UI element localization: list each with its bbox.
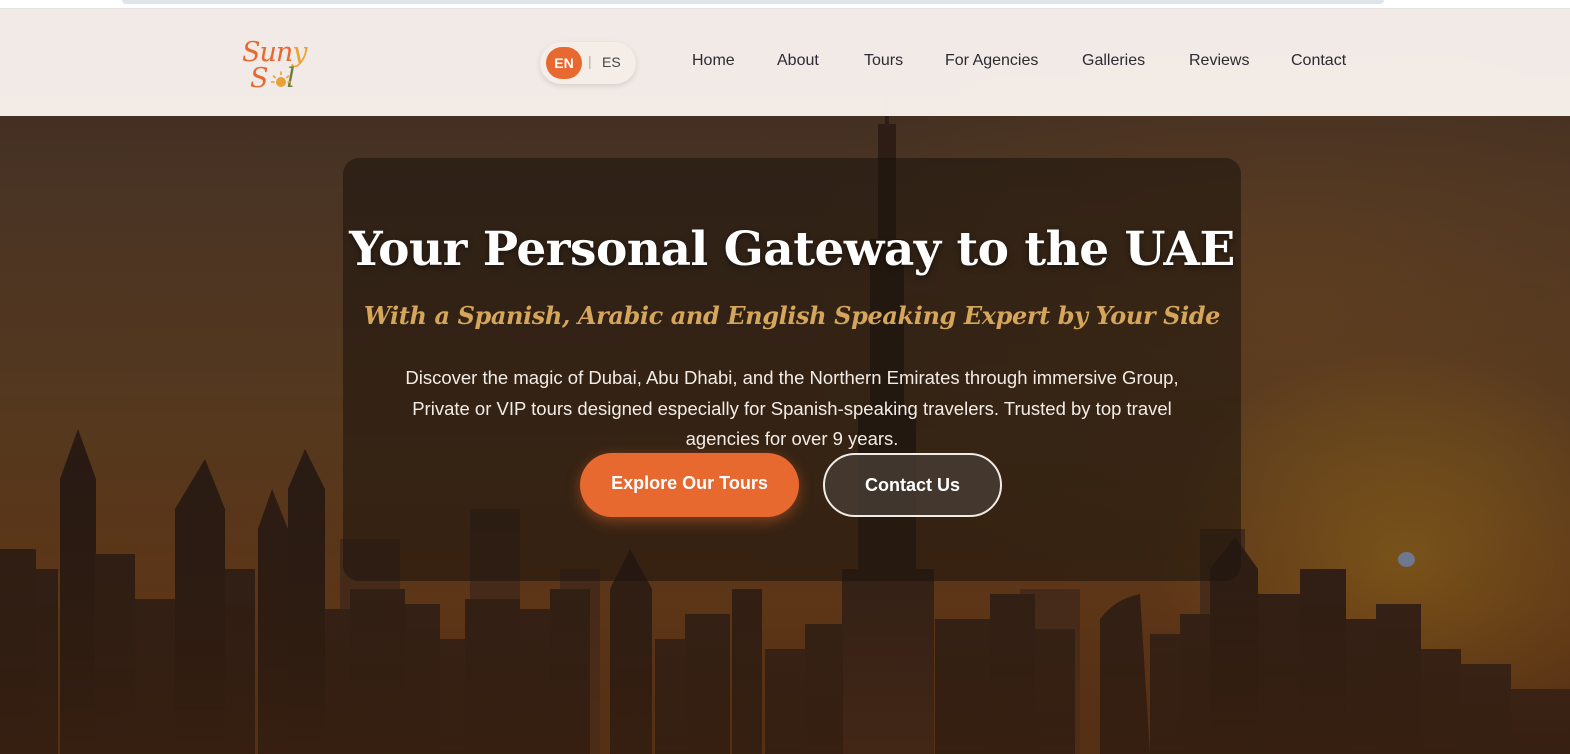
explore-tours-button[interactable]: Explore Our Tours [580,453,799,517]
nav-for-agencies[interactable]: For Agencies [945,52,1038,74]
nav-galleries[interactable]: Galleries [1082,52,1145,74]
browser-top-strip [0,0,1570,9]
hero-title: Your Personal Gateway to the UAE [349,222,1235,277]
sun-icon [271,71,291,87]
language-separator: | [588,53,592,69]
language-es-button[interactable]: ES [602,54,621,70]
language-en-button[interactable]: EN [546,47,582,79]
contact-us-button[interactable]: Contact Us [823,453,1002,517]
nav-reviews[interactable]: Reviews [1189,52,1249,74]
site-header: Suny Sl EN | ES Home About Tours For Age… [0,9,1570,116]
sunysol-logo[interactable]: Suny Sl [240,37,320,101]
nav-contact[interactable]: Contact [1291,52,1346,74]
nav-home[interactable]: Home [692,52,735,74]
hero-subtitle: With a Spanish, Arabic and English Speak… [363,301,1221,330]
sun-glow [1398,552,1415,567]
nav-tours[interactable]: Tours [864,52,903,74]
browser-scroll-indicator [122,0,1384,4]
hero-description: Discover the magic of Dubai, Abu Dhabi, … [405,367,1179,449]
language-switcher: EN | ES [540,42,636,84]
nav-about[interactable]: About [777,52,819,74]
